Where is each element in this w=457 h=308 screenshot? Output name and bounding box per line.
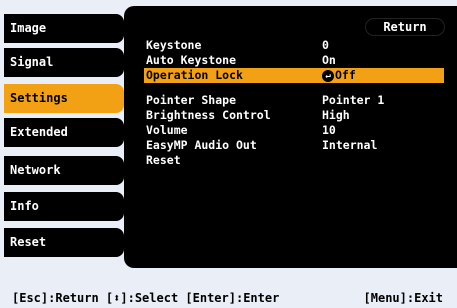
setting-value: Internal — [322, 138, 378, 152]
setting-row-reset[interactable]: Reset — [144, 153, 444, 168]
menu-item-settings[interactable]: Settings — [4, 84, 124, 113]
setting-value: Pointer 1 — [322, 93, 385, 107]
setting-label: EasyMP Audio Out — [146, 138, 257, 152]
setting-label: Operation Lock — [146, 68, 243, 82]
setting-value — [322, 153, 444, 168]
setting-row-operation-lock[interactable]: Operation Lock ↵ Off — [144, 68, 444, 83]
enter-icon: ↵ — [322, 69, 334, 82]
setting-label: Volume — [146, 123, 188, 137]
setting-value: 0 — [322, 38, 329, 52]
status-hint-right: [Menu]:Exit — [363, 291, 443, 305]
settings-panel: Return Keystone 0 Auto Keystone On Opera… — [124, 6, 457, 268]
setting-value: On — [322, 53, 336, 67]
setting-label: Reset — [146, 153, 181, 167]
menu-item-signal[interactable]: Signal — [4, 48, 124, 77]
menu-item-image[interactable]: Image — [4, 14, 124, 43]
setting-value-container: ↵ Off — [322, 68, 444, 83]
setting-row-auto-keystone[interactable]: Auto Keystone On — [144, 53, 444, 68]
menu-item-info[interactable]: Info — [4, 192, 124, 221]
setting-value: 10 — [322, 123, 336, 137]
setting-label: Keystone — [146, 38, 202, 52]
menu-item-extended[interactable]: Extended — [4, 118, 124, 147]
main-menu: Image Signal Settings Extended Network I… — [0, 0, 130, 268]
setting-row-volume[interactable]: Volume 10 — [144, 123, 444, 138]
setting-label: Pointer Shape — [146, 93, 237, 107]
setting-value: Off — [335, 68, 356, 82]
setting-value: High — [322, 108, 350, 122]
menu-item-network[interactable]: Network — [4, 156, 124, 185]
setting-row-easymp-audio-out[interactable]: EasyMP Audio Out Internal — [144, 138, 444, 153]
setting-label: Brightness Control — [146, 108, 271, 122]
status-hint-left: [Esc]:Return [⬍]:Select [Enter]:Enter — [12, 291, 280, 305]
status-bar: [Esc]:Return [⬍]:Select [Enter]:Enter [M… — [0, 288, 457, 308]
setting-label: Auto Keystone — [146, 53, 237, 67]
return-button[interactable]: Return — [365, 18, 445, 36]
setting-row-keystone[interactable]: Keystone 0 — [144, 38, 444, 53]
menu-item-reset[interactable]: Reset — [4, 228, 124, 257]
setting-row-pointer-shape[interactable]: Pointer Shape Pointer 1 — [144, 93, 444, 108]
setting-row-brightness-control[interactable]: Brightness Control High — [144, 108, 444, 123]
